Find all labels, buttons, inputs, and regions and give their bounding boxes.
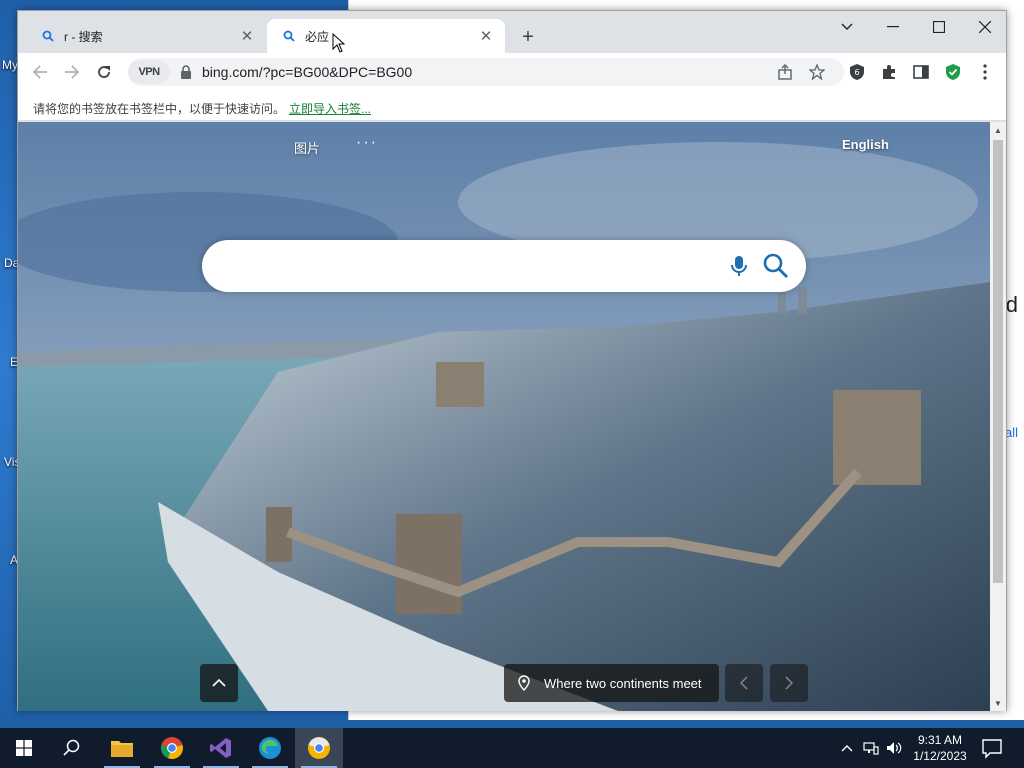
- arrow-left-icon: [32, 65, 47, 79]
- bing-homepage: 图片 ··· English Where two continents meet: [18, 122, 990, 711]
- new-tab-button[interactable]: +: [516, 25, 540, 49]
- kebab-menu-icon[interactable]: [975, 62, 995, 82]
- search-icon: [40, 28, 56, 44]
- mouse-cursor-icon: [332, 33, 346, 53]
- taskbar-chrome-active[interactable]: [295, 728, 343, 768]
- reload-button[interactable]: [91, 59, 117, 85]
- windows-logo-icon: [16, 740, 32, 756]
- system-clock[interactable]: 9:31 AM 1/12/2023: [908, 732, 972, 764]
- scroll-down-arrow[interactable]: ▼: [990, 695, 1006, 711]
- maximize-button[interactable]: [916, 11, 962, 43]
- microphone-icon[interactable]: [726, 253, 752, 279]
- bing-nav-images[interactable]: 图片: [294, 138, 320, 157]
- chevron-down-icon: [841, 23, 853, 30]
- search-icon: [281, 28, 297, 44]
- taskbar: 9:31 AM 1/12/2023: [0, 728, 1024, 768]
- toolbar: VPN bing.com/?pc=BG00&DPC=BG00 6: [18, 53, 1006, 91]
- taskbar-file-explorer[interactable]: [98, 728, 146, 768]
- background-heading-fragment: d: [1005, 292, 1018, 317]
- maximize-icon: [933, 21, 945, 33]
- bookmark-bar: 请将您的书签放在书签栏中，以便于快速访问。 立即导入书签...: [18, 91, 1006, 121]
- scroll-up-button[interactable]: [200, 664, 238, 702]
- clock-time: 9:31 AM: [917, 733, 963, 747]
- bing-nav-more[interactable]: ···: [356, 134, 378, 152]
- taskbar-visual-studio[interactable]: [197, 728, 245, 768]
- svg-text:6: 6: [854, 68, 859, 77]
- reload-icon: [98, 66, 110, 78]
- network-icon[interactable]: [862, 739, 880, 757]
- visual-studio-icon: [210, 738, 231, 758]
- tab-strip: r - 搜索 ✕ 必应 ✕ +: [18, 11, 1006, 53]
- search-input[interactable]: [220, 252, 700, 280]
- taskbar-search-button[interactable]: [48, 728, 96, 768]
- edge-icon: [259, 737, 281, 759]
- import-bookmarks-link[interactable]: 立即导入书签...: [289, 100, 371, 117]
- image-caption[interactable]: Where two continents meet: [504, 664, 719, 702]
- scroll-up-arrow[interactable]: ▲: [990, 122, 1006, 138]
- minimize-icon: [887, 26, 899, 28]
- taskbar-chrome[interactable]: [148, 728, 196, 768]
- file-explorer-icon: [111, 741, 133, 757]
- shield-extension-icon[interactable]: 6: [847, 62, 867, 82]
- volume-icon[interactable]: [885, 739, 903, 757]
- lock-icon[interactable]: [180, 65, 192, 79]
- caption-text: Where two continents meet: [544, 675, 702, 691]
- previous-image-button[interactable]: [725, 664, 763, 702]
- puzzle-extensions-icon[interactable]: [879, 62, 899, 82]
- scrollbar-thumb[interactable]: [993, 140, 1003, 583]
- chevron-up-icon: [212, 679, 226, 687]
- desktop-icon-label[interactable]: My: [2, 58, 18, 72]
- search-icon: [63, 739, 80, 756]
- close-window-button[interactable]: [962, 11, 1008, 43]
- close-icon[interactable]: ✕: [238, 27, 256, 45]
- chevron-left-icon: [740, 676, 748, 690]
- share-icon[interactable]: [775, 62, 795, 82]
- arrow-right-icon: [65, 65, 80, 79]
- next-image-button[interactable]: [770, 664, 808, 702]
- search-icon[interactable]: [762, 252, 790, 280]
- vpn-badge[interactable]: VPN: [128, 60, 170, 84]
- chrome-active-icon: [308, 737, 330, 759]
- notification-icon[interactable]: [980, 736, 1004, 760]
- tab-title: r - 搜索: [64, 29, 103, 44]
- chevron-right-icon: [785, 676, 793, 690]
- clock-date: 1/12/2023: [913, 749, 967, 763]
- close-icon[interactable]: ✕: [477, 27, 495, 45]
- language-link[interactable]: English: [842, 137, 889, 152]
- start-button[interactable]: [0, 728, 48, 768]
- tab-search-results[interactable]: r - 搜索 ✕: [26, 19, 266, 53]
- taskbar-edge[interactable]: [246, 728, 294, 768]
- address-bar-url[interactable]: bing.com/?pc=BG00&DPC=BG00: [202, 64, 412, 80]
- forward-button[interactable]: [59, 59, 85, 85]
- green-shield-check-icon[interactable]: [943, 62, 963, 82]
- minimize-button[interactable]: [870, 11, 916, 43]
- bookmark-bar-message: 请将您的书签放在书签栏中，以便于快速访问。: [33, 102, 286, 116]
- tab-bing[interactable]: 必应 ✕: [267, 19, 505, 53]
- chrome-icon: [161, 737, 183, 760]
- browser-window: r - 搜索 ✕ 必应 ✕ + VPN bing.com/?pc=BG00&DP…: [17, 10, 1007, 711]
- tab-title: 必应: [305, 29, 330, 44]
- tab-search-button[interactable]: [824, 11, 870, 43]
- background-photo: [18, 122, 990, 711]
- side-panel-icon[interactable]: [911, 62, 931, 82]
- chevron-up-icon[interactable]: [838, 739, 856, 757]
- location-pin-icon: [518, 675, 530, 691]
- close-icon: [979, 21, 991, 33]
- page-scrollbar[interactable]: ▲ ▼: [990, 122, 1006, 711]
- bookmark-star-icon[interactable]: [807, 62, 827, 82]
- back-button[interactable]: [27, 59, 53, 85]
- search-box: [202, 240, 806, 292]
